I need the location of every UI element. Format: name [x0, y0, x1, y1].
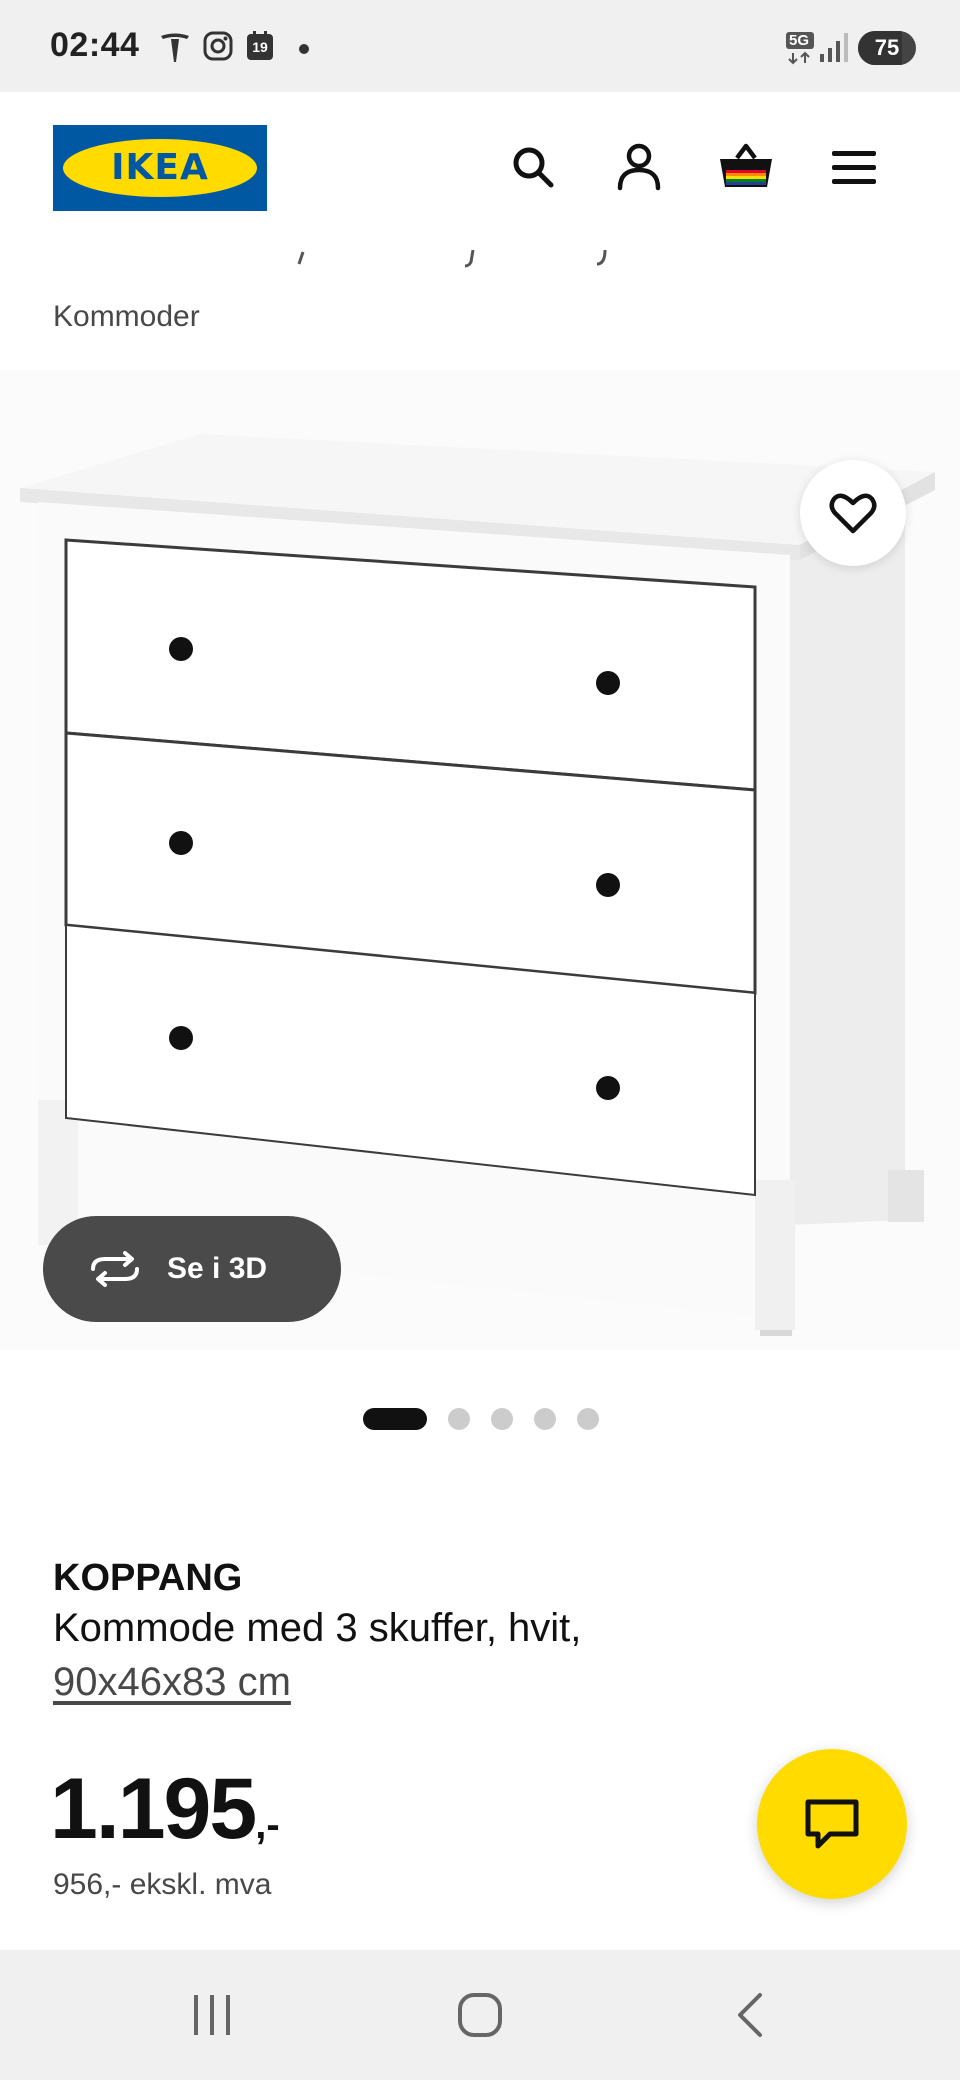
back-button[interactable] [710, 1975, 790, 2055]
cart-icon [720, 143, 772, 187]
recent-apps-icon [194, 1995, 230, 2035]
instagram-icon [202, 30, 234, 67]
network-type: 5G [786, 32, 814, 49]
price-amount: 1.195 [50, 1761, 257, 1857]
menu-icon [832, 151, 876, 184]
price-ex-vat: 956,- ekskl. mva [53, 1868, 272, 1901]
chat-icon [805, 1799, 859, 1849]
calendar-day: 19 [252, 39, 268, 55]
menu-button[interactable] [824, 137, 884, 197]
status-time: 02:44 [50, 26, 140, 64]
search-icon [513, 147, 554, 188]
heart-icon [829, 493, 877, 534]
pagination-dot[interactable] [577, 1408, 599, 1430]
signal-icon [818, 30, 850, 69]
ikea-logo[interactable]: IKEA [53, 125, 267, 211]
pagination-dot[interactable] [491, 1408, 513, 1430]
user-icon [617, 143, 661, 191]
pagination-dot[interactable] [534, 1408, 556, 1430]
image-pagination [363, 1408, 599, 1430]
view-3d-label: Se i 3D [167, 1252, 268, 1285]
site-header: IKEA [0, 92, 960, 252]
breadcrumb-partial [53, 250, 653, 268]
back-icon [738, 1993, 762, 2037]
product-description: Kommode med 3 skuffer, hvit, [53, 1606, 582, 1650]
logo-text: IKEA [111, 147, 209, 188]
tesla-icon [158, 30, 192, 69]
product-name: KOPPANG [53, 1557, 243, 1599]
pagination-dot[interactable] [448, 1408, 470, 1430]
battery-level: 75 [874, 35, 900, 60]
home-button[interactable] [440, 1975, 520, 2055]
breadcrumb-current[interactable]: Kommoder [53, 300, 200, 334]
battery-indicator: 75 [858, 31, 916, 65]
cart-button[interactable] [716, 137, 776, 197]
5g-icon: 5G [786, 32, 814, 65]
recent-apps-button[interactable] [172, 1975, 252, 2055]
home-icon [458, 1993, 502, 2037]
logo-oval: IKEA [63, 139, 257, 197]
chat-button[interactable] [757, 1749, 907, 1899]
calendar-icon: 19 [245, 30, 275, 67]
status-bar: 02:44 19 5G 75 [0, 0, 960, 92]
product-info: KOPPANG Kommode med 3 skuffer, hvit, 90x… [53, 1555, 581, 1709]
search-button[interactable] [503, 137, 563, 197]
notification-dot-icon [299, 44, 309, 54]
price-suffix: ,- [255, 1803, 280, 1847]
pagination-dot[interactable] [363, 1408, 427, 1430]
account-button[interactable] [609, 137, 669, 197]
rotate-3d-icon [91, 1251, 139, 1287]
product-price: 1.195 ,- [50, 1760, 280, 1859]
view-3d-button[interactable]: Se i 3D [43, 1216, 341, 1322]
system-nav-bar [0, 1950, 960, 2080]
product-dimensions-link[interactable]: 90x46x83 cm [53, 1655, 581, 1709]
favourite-button[interactable] [800, 460, 906, 566]
